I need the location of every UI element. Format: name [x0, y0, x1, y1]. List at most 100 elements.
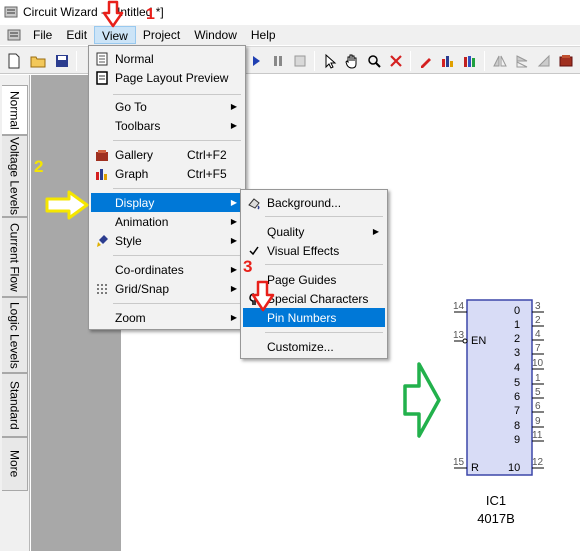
menu-item-animation[interactable]: Animation ▶ — [91, 212, 243, 231]
tab-current-flow[interactable]: Current Flow — [2, 217, 28, 297]
tab-normal[interactable]: Normal — [2, 85, 28, 135]
green-right-arrow-annotation — [403, 362, 441, 438]
menu-edit[interactable]: Edit — [59, 26, 94, 44]
menu-item-label: Pin Numbers — [267, 310, 337, 325]
side-tab-strip: Normal Voltage Levels Current Flow Logic… — [0, 75, 30, 551]
menu-item-label: Quality — [267, 224, 305, 239]
menu-file[interactable]: File — [26, 26, 59, 44]
rotate-icon[interactable] — [534, 51, 554, 71]
pin-number: 2 — [535, 315, 541, 326]
menu-item-graph[interactable]: Graph Ctrl+F5 — [91, 164, 243, 183]
component-part: 4017B — [477, 511, 515, 526]
tab-standard-label: Standard — [7, 380, 22, 430]
tab-voltage-levels[interactable]: Voltage Levels — [2, 135, 28, 217]
component-name: IC1 — [485, 493, 507, 508]
step-2-label: 2 — [34, 157, 44, 176]
menu-item-label: Special Characters — [267, 291, 369, 306]
menu-item-co-ordinates[interactable]: Co-ordinates ▶ — [91, 260, 243, 279]
step-1-label: 1 — [146, 6, 155, 23]
output-label: 8 — [514, 420, 521, 432]
submenu-arrow-icon: ▶ — [230, 284, 237, 293]
menu-item-quality[interactable]: Quality ▶ — [243, 222, 385, 241]
tab-standard[interactable]: Standard — [2, 373, 28, 437]
new-file-icon[interactable] — [4, 51, 24, 71]
submenu-arrow-icon: ▶ — [230, 217, 237, 226]
menu-item-label: Display — [115, 195, 155, 210]
pin-number: 11 — [532, 430, 543, 441]
menu-item-label: Background... — [267, 195, 342, 210]
menu-separator — [113, 140, 241, 141]
pin-number: 14 — [453, 301, 465, 312]
menu-item-go-to[interactable]: Go To ▶ — [91, 97, 243, 116]
pin-number: 15 — [453, 457, 465, 468]
tab-normal-label: Normal — [7, 90, 22, 130]
menu-item-customize[interactable]: Customize... — [243, 337, 385, 356]
menu-item-normal[interactable]: Normal — [91, 49, 243, 68]
zoom-magnifier-icon[interactable] — [364, 51, 384, 71]
menu-item-gallery[interactable]: Gallery Ctrl+F2 — [91, 145, 243, 164]
output-label: 9 — [514, 434, 521, 446]
component-box-icon[interactable] — [556, 51, 576, 71]
menu-item-zoom[interactable]: Zoom ▶ — [91, 308, 243, 327]
grid-icon — [94, 281, 110, 297]
toolbar-separator — [76, 51, 77, 71]
flip-vertical-icon[interactable] — [512, 51, 532, 71]
tab-logic-levels[interactable]: Logic Levels — [2, 297, 28, 373]
circuit-wizard-app-icon — [4, 6, 18, 18]
menu-project[interactable]: Project — [136, 26, 187, 44]
tab-voltage-levels-label: Voltage Levels — [7, 136, 22, 216]
submenu-arrow-icon: ▶ — [230, 236, 237, 245]
stop-icon[interactable] — [290, 51, 310, 71]
menu-item-visual-effects[interactable]: Visual Effects — [243, 241, 385, 260]
view-menu: Normal Page Layout Preview Go To ▶ Toolb… — [88, 45, 246, 330]
menu-item-style[interactable]: Style ▶ — [91, 231, 243, 250]
tab-logic-levels-label: Logic Levels — [7, 301, 22, 369]
graph-bars-icon[interactable] — [438, 51, 458, 71]
output-label: 7 — [514, 405, 521, 417]
open-folder-icon[interactable] — [28, 51, 48, 71]
submenu-arrow-icon: ▶ — [230, 313, 237, 322]
menu-item-label: Co-ordinates — [115, 262, 184, 277]
toolbar-separator — [314, 51, 315, 71]
menu-item-label: Customize... — [267, 339, 334, 354]
probe-pen-icon[interactable] — [416, 51, 436, 71]
style-brush-icon — [94, 233, 110, 249]
output-label: 2 — [514, 333, 521, 345]
tab-more-label: More — [7, 450, 22, 478]
save-icon[interactable] — [52, 51, 72, 71]
pin-number: 1 — [535, 373, 541, 384]
hand-pan-icon[interactable] — [342, 51, 362, 71]
menu-item-label: Page Layout Preview — [115, 70, 229, 85]
menu-window[interactable]: Window — [187, 26, 244, 44]
menu-bar: File Edit View Project Window Help — [0, 25, 580, 45]
menu-separator — [113, 188, 241, 189]
menu-help[interactable]: Help — [244, 26, 283, 44]
menu-item-grid-snap[interactable]: Grid/Snap ▶ — [91, 279, 243, 298]
menu-item-display[interactable]: Display ▶ — [91, 193, 243, 212]
document-icon[interactable] — [6, 27, 22, 43]
gallery-books-icon[interactable] — [460, 51, 480, 71]
delete-x-icon[interactable] — [386, 51, 406, 71]
chip-body — [466, 299, 533, 476]
submenu-arrow-icon: ▶ — [372, 227, 379, 236]
pause-icon[interactable] — [268, 51, 288, 71]
menu-item-label: Normal — [115, 51, 154, 66]
pin-number: 12 — [532, 457, 544, 468]
flip-horizontal-icon[interactable] — [490, 51, 510, 71]
select-arrow-icon[interactable] — [320, 51, 340, 71]
output-label: 0 — [514, 305, 521, 317]
menu-item-shortcut: Ctrl+F2 — [187, 147, 227, 162]
menu-view[interactable]: View — [94, 26, 136, 44]
menu-item-toolbars[interactable]: Toolbars ▶ — [91, 116, 243, 135]
menu-item-page-layout-preview[interactable]: Page Layout Preview — [91, 68, 243, 87]
menu-item-background[interactable]: Background... — [243, 193, 385, 212]
step-3-label: 3 — [243, 257, 253, 276]
submenu-arrow-icon: ▶ — [230, 121, 237, 130]
tab-more[interactable]: More — [2, 437, 28, 491]
window-title: Circuit Wizard - [Untitled *] — [23, 5, 164, 19]
title-bar: Circuit Wizard - [Untitled *] — [0, 0, 580, 24]
menu-item-label: Page Guides — [267, 272, 337, 287]
step-forward-icon[interactable] — [246, 51, 266, 71]
output-label: 5 — [514, 377, 521, 389]
toolbar-separator — [410, 51, 411, 71]
